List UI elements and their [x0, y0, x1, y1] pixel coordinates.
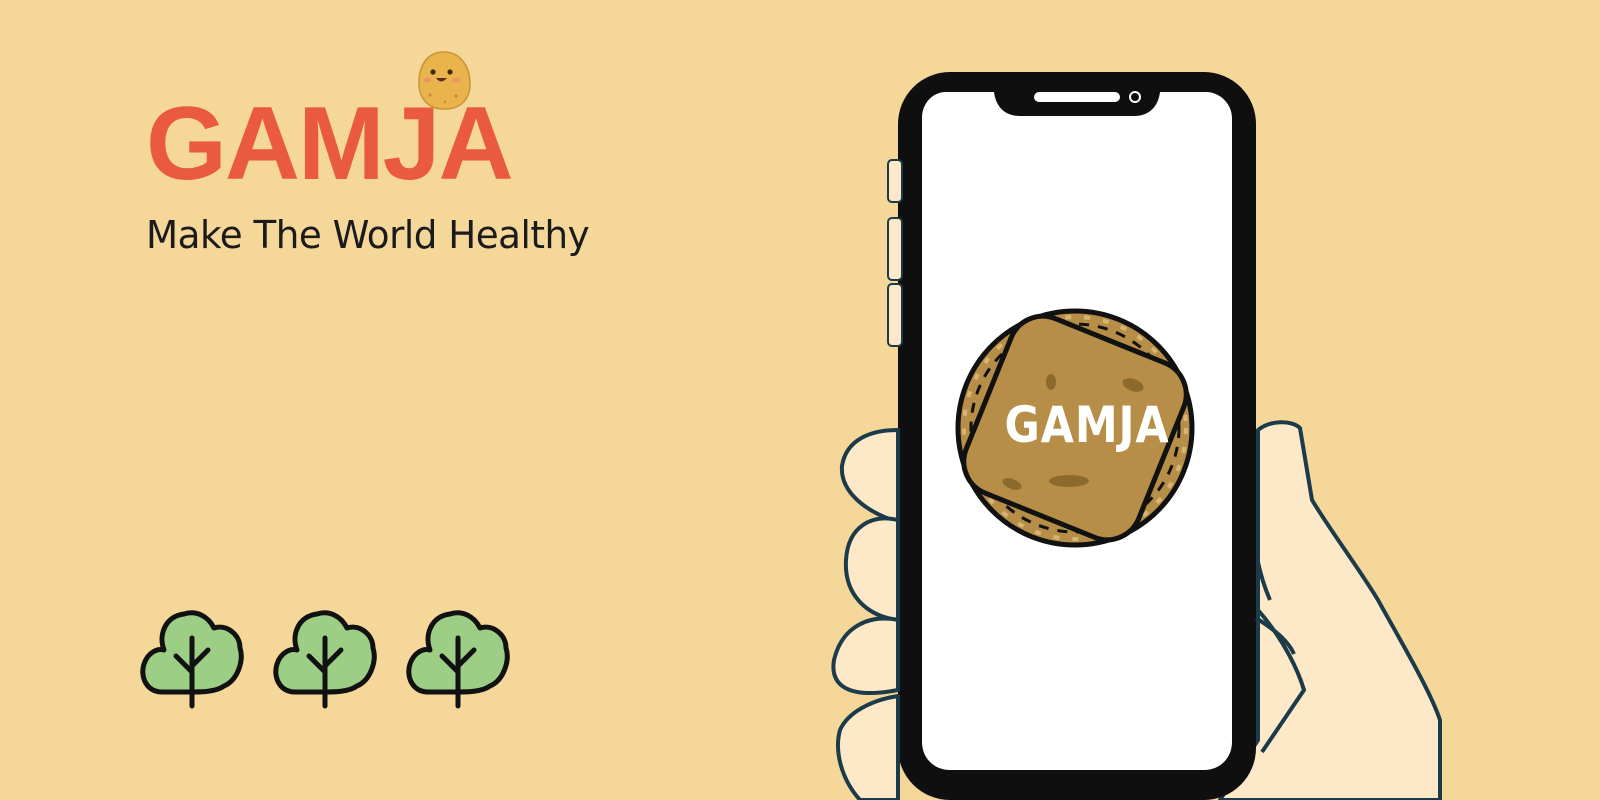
finger-3	[831, 616, 900, 696]
finger-1	[839, 428, 900, 524]
app-icon-label: GAMJA	[1004, 396, 1170, 454]
tree-icon	[276, 613, 374, 706]
tagline: Make The World Healthy	[146, 213, 590, 257]
finger-4	[836, 694, 900, 800]
speaker-icon	[1034, 92, 1120, 102]
tree-icon	[409, 613, 507, 706]
tree-icon	[143, 613, 241, 706]
trees-row	[140, 580, 520, 720]
finger-2	[843, 516, 900, 622]
potato-mascot-icon	[418, 51, 471, 110]
